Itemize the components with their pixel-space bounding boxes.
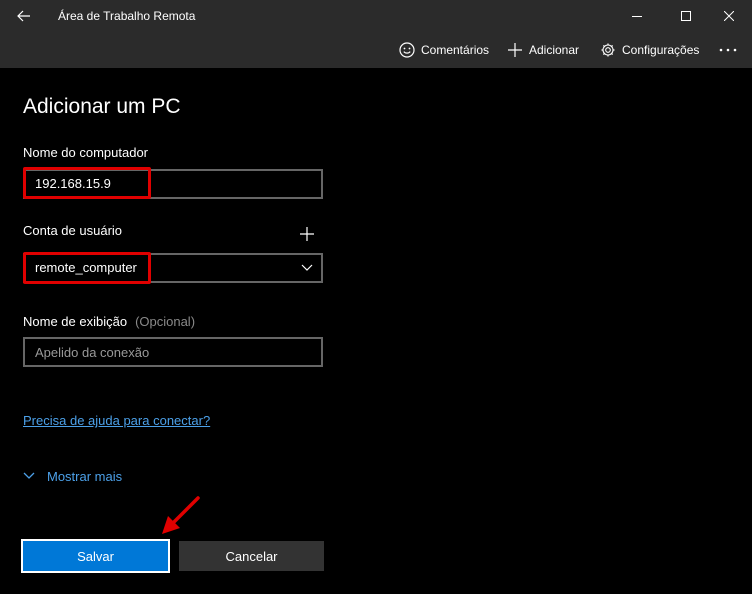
plus-icon — [508, 43, 522, 57]
optional-hint: (Opcional) — [135, 314, 196, 329]
show-more-toggle[interactable]: Mostrar mais — [23, 468, 122, 484]
minimize-button[interactable] — [614, 0, 660, 32]
smiley-icon — [399, 42, 415, 58]
page-title: Adicionar um PC — [23, 95, 181, 118]
feedback-button[interactable]: Comentários — [399, 40, 489, 60]
computer-name-label: Nome do computador — [23, 145, 149, 160]
plus-icon — [300, 227, 314, 241]
maximize-icon — [681, 11, 691, 21]
display-name-input[interactable]: Apelido da conexão — [23, 337, 323, 367]
settings-label: Configurações — [622, 43, 700, 57]
arrow-left-icon — [17, 10, 30, 22]
show-more-label: Mostrar mais — [47, 468, 123, 484]
add-label: Adicionar — [529, 43, 580, 57]
gear-icon — [601, 43, 615, 57]
close-button[interactable] — [706, 0, 752, 32]
user-account-highlight — [23, 252, 151, 284]
close-icon — [724, 11, 734, 21]
title-bar: Área de Trabalho Remota — [0, 0, 752, 32]
add-account-button[interactable] — [298, 225, 316, 243]
annotation-arrow-icon — [162, 496, 200, 534]
display-name-label: Nome de exibição (Opcional) — [23, 314, 195, 329]
more-button[interactable] — [716, 38, 740, 62]
display-name-placeholder: Apelido da conexão — [35, 345, 150, 360]
help-link[interactable]: Precisa de ajuda para conectar? — [23, 413, 210, 428]
ellipsis-icon — [719, 48, 737, 52]
display-name-label-text: Nome de exibição — [23, 314, 128, 329]
add-button[interactable]: Adicionar — [507, 40, 579, 60]
maximize-button[interactable] — [663, 0, 709, 32]
feedback-label: Comentários — [421, 43, 490, 57]
cancel-button[interactable]: Cancelar — [179, 541, 324, 571]
chevron-down-icon — [301, 264, 313, 271]
save-button[interactable]: Salvar — [21, 539, 170, 573]
computer-name-highlight — [23, 167, 151, 199]
command-bar: Comentários Adicionar Configurações — [0, 32, 752, 68]
window-title: Área de Trabalho Remota — [58, 9, 196, 23]
chevron-down-icon — [23, 472, 35, 479]
user-account-label: Conta de usuário — [23, 223, 123, 238]
minimize-icon — [632, 16, 642, 17]
settings-button[interactable]: Configurações — [600, 40, 699, 60]
back-button[interactable] — [8, 4, 40, 28]
